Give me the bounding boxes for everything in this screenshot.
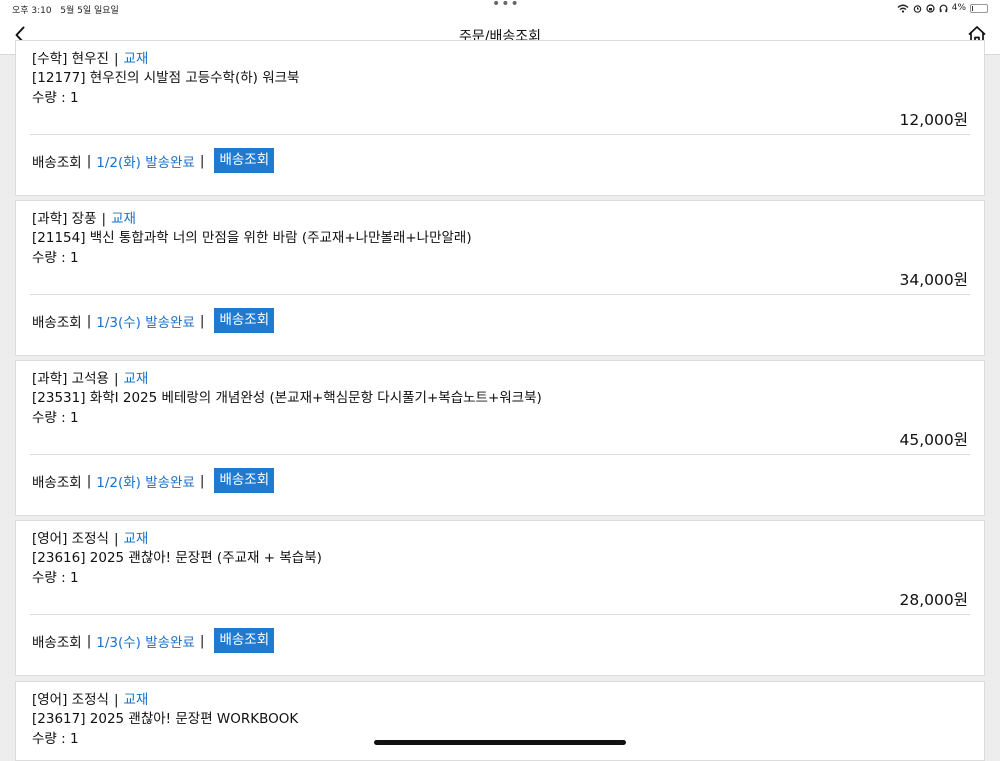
shipping-label: 배송조회 <box>32 634 82 651</box>
multitask-dots[interactable]: ••• <box>492 0 520 12</box>
order-subject: [수학] 현우진 <box>32 51 109 67</box>
status-date: 5월 5일 일요일 <box>60 6 119 16</box>
order-price: 45,000원 <box>899 431 969 449</box>
battery-icon <box>970 3 988 13</box>
wifi-icon <box>897 4 909 13</box>
divider <box>30 454 970 455</box>
order-subject: [과학] 고석용 <box>32 371 109 387</box>
shipping-row: 배송조회 | 1/2(화) 발송완료 | 배송조회 <box>32 148 275 173</box>
order-price: 34,000원 <box>899 271 969 289</box>
status-clock: 오후 3:10 <box>12 6 52 16</box>
order-category-link[interactable]: 교재 <box>124 692 149 708</box>
order-meta: [영어] 조정식 | 교재 <box>32 531 149 547</box>
order-meta: [수학] 현우진 | 교재 <box>32 51 149 67</box>
order-quantity: 수량 : 1 <box>32 731 79 747</box>
order-card: [수학] 현우진 | 교재 [12177] 현우진의 시발점 고등수학(하) 워크북… <box>15 40 985 196</box>
order-product-name: [21154] 백신 통합과학 너의 만점을 위한 바람 (주교재+나만볼래+나… <box>32 230 472 246</box>
order-category-link[interactable]: 교재 <box>124 531 149 547</box>
shipping-status: 1/2(화) 발송완료 <box>96 154 195 171</box>
shipping-row: 배송조회 | 1/3(수) 발송완료 | 배송조회 <box>32 628 275 653</box>
order-meta: [과학] 장풍 | 교재 <box>32 211 136 227</box>
order-card: [과학] 장풍 | 교재 [21154] 백신 통합과학 너의 만점을 위한 바람 … <box>15 200 985 356</box>
order-product-name: [23531] 화학I 2025 베테랑의 개념완성 (본교재+핵심문항 다시풀… <box>32 390 542 406</box>
lock-rotation-icon <box>926 3 935 13</box>
home-indicator[interactable] <box>374 740 626 745</box>
divider <box>30 134 970 135</box>
order-category-link[interactable]: 교재 <box>111 211 136 227</box>
order-card: [영어] 조정식 | 교재 [23616] 2025 괜찮아! 문장편 (주교재 +… <box>15 520 985 676</box>
battery-percent: 4% <box>951 3 966 13</box>
track-shipment-button[interactable]: 배송조회 <box>214 308 275 333</box>
shipping-label: 배송조회 <box>32 474 82 491</box>
order-meta: [과학] 고석용 | 교재 <box>32 371 149 387</box>
order-quantity: 수량 : 1 <box>32 90 79 106</box>
shipping-label: 배송조회 <box>32 154 82 171</box>
shipping-status: 1/3(수) 발송완료 <box>96 314 195 331</box>
order-product-name: [12177] 현우진의 시발점 고등수학(하) 워크북 <box>32 70 300 86</box>
order-category-link[interactable]: 교재 <box>124 371 149 387</box>
headphones-icon <box>939 4 948 12</box>
shipping-label: 배송조회 <box>32 314 82 331</box>
status-time: 오후 3:10 5월 5일 일요일 <box>12 3 119 16</box>
order-price: 28,000원 <box>899 591 969 609</box>
order-card: [영어] 조정식 | 교재 [23617] 2025 괜찮아! 문장편 WORKBO… <box>15 681 985 761</box>
order-card: [과학] 고석용 | 교재 [23531] 화학I 2025 베테랑의 개념완성 (… <box>15 360 985 516</box>
order-subject: [영어] 조정식 <box>32 531 109 547</box>
divider <box>30 614 970 615</box>
order-price: 12,000원 <box>899 111 969 129</box>
status-bar: 오후 3:10 5월 5일 일요일 ••• 4% <box>0 0 1000 18</box>
order-quantity: 수량 : 1 <box>32 410 79 426</box>
status-right: 4% <box>897 3 988 13</box>
order-category-link[interactable]: 교재 <box>124 51 149 67</box>
order-meta: [영어] 조정식 | 교재 <box>32 692 149 708</box>
order-quantity: 수량 : 1 <box>32 570 79 586</box>
alarm-icon <box>913 4 922 13</box>
track-shipment-button[interactable]: 배송조회 <box>214 148 275 173</box>
order-subject: [영어] 조정식 <box>32 692 109 708</box>
shipping-status: 1/3(수) 발송완료 <box>96 634 195 651</box>
shipping-row: 배송조회 | 1/3(수) 발송완료 | 배송조회 <box>32 308 275 333</box>
shipping-status: 1/2(화) 발송완료 <box>96 474 195 491</box>
order-product-name: [23617] 2025 괜찮아! 문장편 WORKBOOK <box>32 711 299 727</box>
track-shipment-button[interactable]: 배송조회 <box>214 628 275 653</box>
shipping-row: 배송조회 | 1/2(화) 발송완료 | 배송조회 <box>32 468 275 493</box>
order-quantity: 수량 : 1 <box>32 250 79 266</box>
order-product-name: [23616] 2025 괜찮아! 문장편 (주교재 + 복습북) <box>32 550 322 566</box>
track-shipment-button[interactable]: 배송조회 <box>214 468 275 493</box>
order-subject: [과학] 장풍 <box>32 211 97 227</box>
divider <box>30 294 970 295</box>
